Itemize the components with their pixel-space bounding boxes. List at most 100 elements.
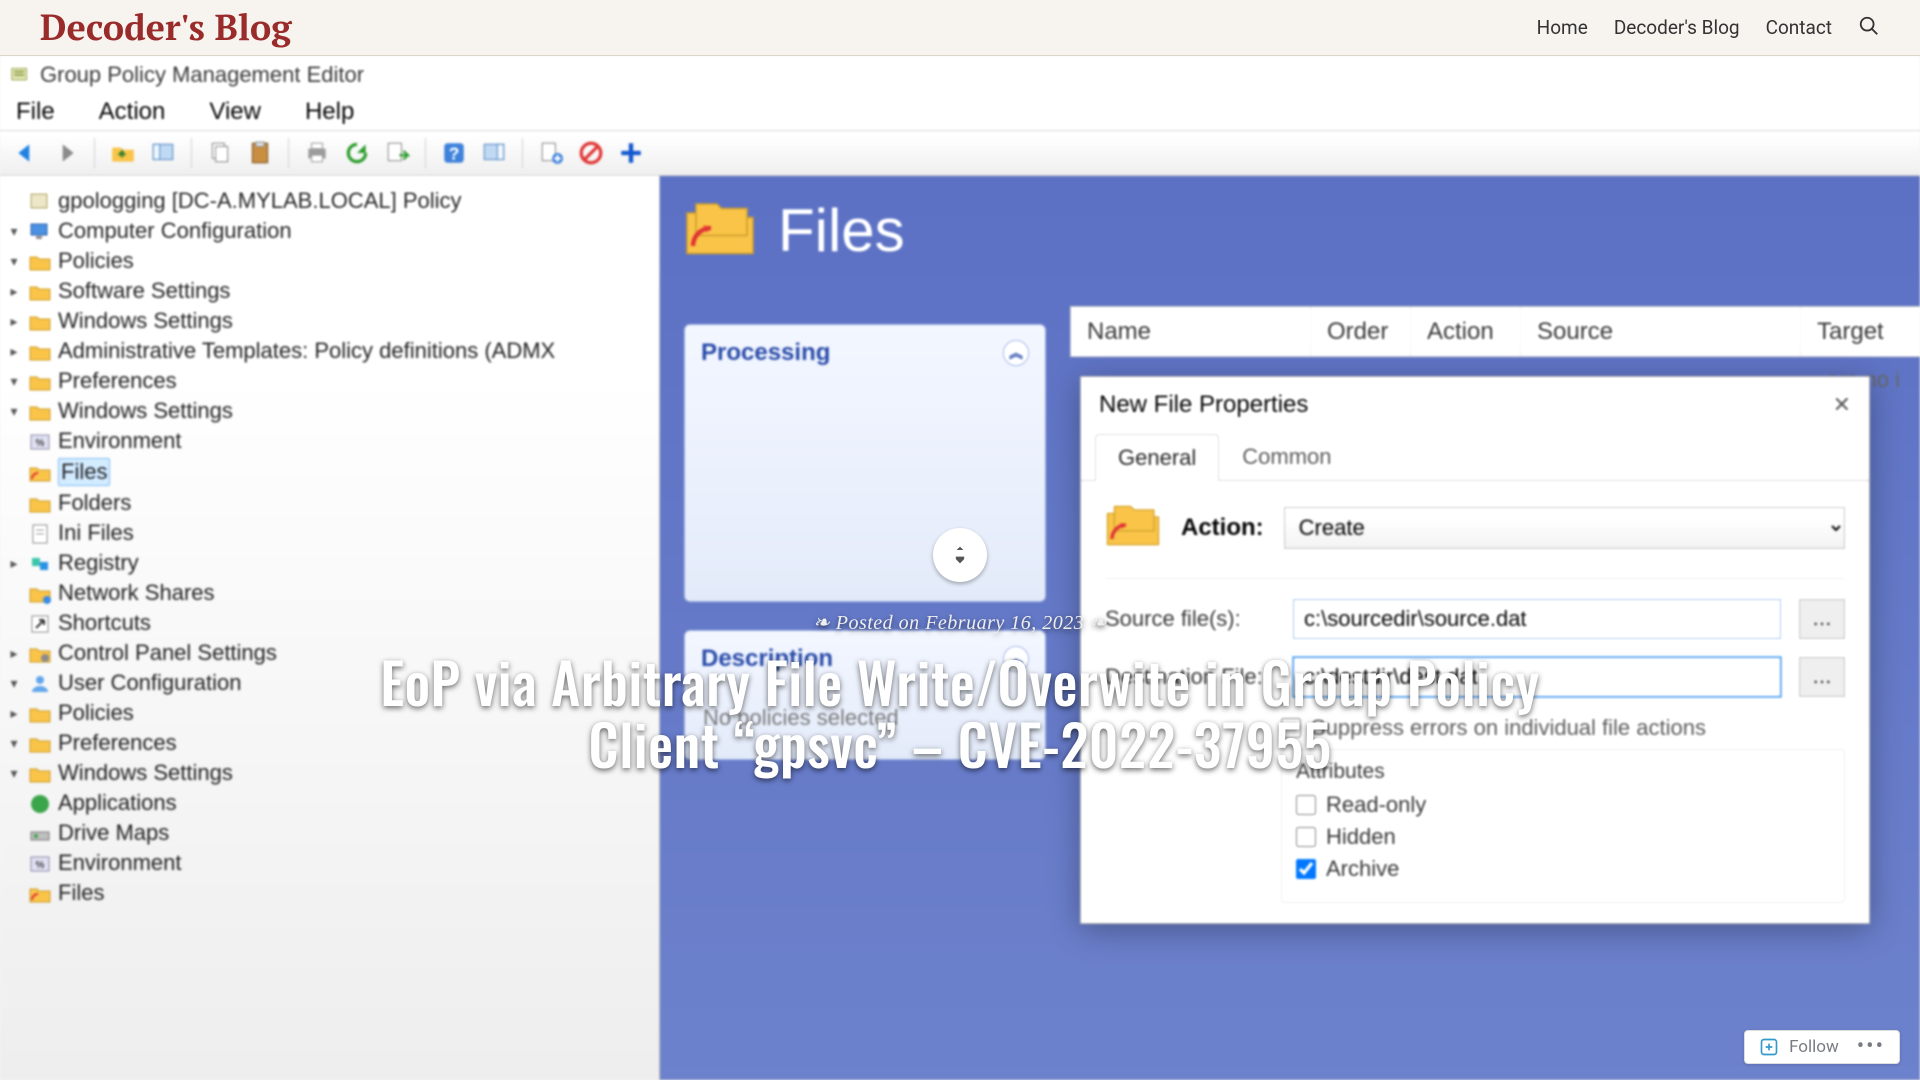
mmc-icon <box>10 65 30 85</box>
tree-folders[interactable]: Folders <box>58 490 131 516</box>
close-icon[interactable]: ✕ <box>1833 392 1851 418</box>
paste-button[interactable] <box>242 135 278 171</box>
folder-icon <box>28 370 52 392</box>
col-name[interactable]: Name <box>1071 307 1311 356</box>
files-icon <box>28 461 52 483</box>
tree-windows-settings[interactable]: Windows Settings <box>58 308 233 334</box>
folders-icon <box>28 492 52 514</box>
dest-label: Destination File: <box>1105 664 1275 690</box>
tree-uc-drive-maps[interactable]: Drive Maps <box>58 820 169 846</box>
menu-view[interactable]: View <box>209 98 261 126</box>
action-label: Action: <box>1181 514 1264 542</box>
tree-shortcuts[interactable]: Shortcuts <box>58 610 151 636</box>
tree-pane[interactable]: gpologging [DC-A.MYLAB.LOCAL] Policy ▾Co… <box>0 176 660 1080</box>
up-folder-button[interactable] <box>105 135 141 171</box>
folder-icon <box>28 762 52 784</box>
collapse-icon[interactable]: ︽ <box>1003 646 1029 672</box>
sticky-post-icon[interactable] <box>933 528 987 582</box>
tree-control-panel[interactable]: Control Panel Settings <box>58 640 277 666</box>
tree-preferences[interactable]: Preferences <box>58 368 177 394</box>
archive-checkbox[interactable] <box>1296 859 1316 879</box>
folder-icon <box>28 702 52 724</box>
blog-title[interactable]: Decoder's Blog <box>40 4 292 51</box>
stop-button[interactable] <box>573 135 609 171</box>
tree-uc-windows-settings[interactable]: Windows Settings <box>58 760 233 786</box>
description-title: Description <box>701 645 833 673</box>
tree-root[interactable]: gpologging [DC-A.MYLAB.LOCAL] Policy <box>58 188 462 214</box>
tree-uc-policies[interactable]: Policies <box>58 700 134 726</box>
collapse-icon[interactable]: ︽ <box>1003 340 1029 366</box>
svg-text:?: ? <box>449 144 460 164</box>
nav-blog[interactable]: Decoder's Blog <box>1614 16 1740 39</box>
processing-panel: Processing︽ <box>684 324 1046 602</box>
help-button[interactable]: ? <box>436 135 472 171</box>
registry-icon <box>28 552 52 574</box>
add-button[interactable] <box>613 135 649 171</box>
wp-follow-icon <box>1759 1037 1779 1057</box>
tree-ini-files[interactable]: Ini Files <box>58 520 134 546</box>
folder-icon <box>28 310 52 332</box>
export-button[interactable] <box>379 135 415 171</box>
ini-icon <box>28 522 52 544</box>
col-source[interactable]: Source <box>1521 307 1801 356</box>
folder-icon <box>28 732 52 754</box>
show-hide-console-button[interactable] <box>145 135 181 171</box>
forward-button[interactable] <box>48 135 84 171</box>
description-body: No policies selected <box>685 687 1045 759</box>
tree-pref-windows-settings[interactable]: Windows Settings <box>58 398 233 424</box>
nav-contact[interactable]: Contact <box>1766 16 1832 39</box>
col-order[interactable]: Order <box>1311 307 1411 356</box>
menu-help[interactable]: Help <box>305 98 354 126</box>
print-button[interactable] <box>299 135 335 171</box>
drive-maps-icon <box>28 822 52 844</box>
col-target[interactable]: Target <box>1801 307 1920 356</box>
hidden-label: Hidden <box>1326 824 1396 850</box>
tree-registry[interactable]: Registry <box>58 550 139 576</box>
action-select[interactable]: Create <box>1284 507 1845 549</box>
tree-software-settings[interactable]: Software Settings <box>58 278 230 304</box>
tree-uc-files[interactable]: Files <box>58 880 104 906</box>
readonly-label: Read-only <box>1326 792 1426 818</box>
dialog-files-icon <box>1105 501 1161 554</box>
archive-label: Archive <box>1326 856 1399 882</box>
blog-header: Decoder's Blog Home Decoder's Blog Conta… <box>0 0 1920 56</box>
gpme-title: Group Policy Management Editor <box>40 62 364 88</box>
hidden-checkbox[interactable] <box>1296 827 1316 847</box>
back-button[interactable] <box>8 135 44 171</box>
folder-icon <box>28 340 52 362</box>
tree-environment[interactable]: Environment <box>58 428 182 454</box>
tab-general[interactable]: General <box>1095 434 1219 481</box>
tree-uc-preferences[interactable]: Preferences <box>58 730 177 756</box>
tree-files-selected[interactable]: Files <box>58 458 110 486</box>
menu-file[interactable]: File <box>16 98 55 126</box>
files-header-label: Files <box>778 196 905 265</box>
tree-network-shares[interactable]: Network Shares <box>58 580 215 606</box>
shortcuts-icon <box>28 612 52 634</box>
new-file-properties-dialog: New File Properties ✕ General Common Act… <box>1080 376 1870 924</box>
attributes-label: Attributes <box>1296 760 1830 784</box>
tree-policies[interactable]: Policies <box>58 248 134 274</box>
tree-uc-applications[interactable]: Applications <box>58 790 177 816</box>
col-action[interactable]: Action <box>1411 307 1521 356</box>
tree-admin-templates[interactable]: Administrative Templates: Policy definit… <box>58 338 555 364</box>
dest-browse-button[interactable]: … <box>1799 657 1845 697</box>
refresh-button[interactable] <box>339 135 375 171</box>
tool-bar: ? <box>0 130 1920 176</box>
readonly-checkbox[interactable] <box>1296 795 1316 815</box>
dest-input[interactable] <box>1293 657 1781 697</box>
menu-action[interactable]: Action <box>99 98 166 126</box>
show-hide-action-button[interactable] <box>476 135 512 171</box>
source-input[interactable] <box>1293 599 1781 639</box>
new-item-button[interactable] <box>533 135 569 171</box>
tree-computer-config[interactable]: Computer Configuration <box>58 218 292 244</box>
source-browse-button[interactable]: … <box>1799 599 1845 639</box>
tree-uc-environment[interactable]: Environment <box>58 850 182 876</box>
tree-user-config[interactable]: User Configuration <box>58 670 241 696</box>
search-icon[interactable] <box>1858 15 1880 41</box>
suppress-checkbox[interactable] <box>1281 718 1301 738</box>
blog-nav: Home Decoder's Blog Contact <box>1537 15 1880 41</box>
tab-common[interactable]: Common <box>1219 433 1354 480</box>
copy-button[interactable] <box>202 135 238 171</box>
nav-home[interactable]: Home <box>1537 16 1588 39</box>
follow-widget[interactable]: Follow ••• <box>1744 1030 1900 1064</box>
